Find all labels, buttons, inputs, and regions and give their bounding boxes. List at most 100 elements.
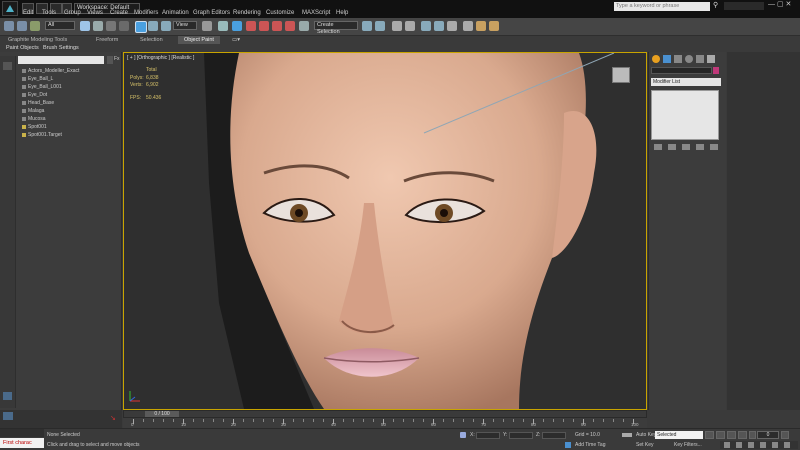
zoom-all-icon[interactable] [736,442,742,448]
auto-key-button[interactable]: Auto Key [636,432,656,438]
maxscript-mini-listener[interactable]: First charac [0,438,44,448]
window-controls[interactable]: — ▢ ✕ [768,0,794,10]
time-slider[interactable] [123,410,647,418]
select-and-rotate-icon[interactable] [148,21,158,31]
zoom-icon[interactable] [724,442,730,448]
menu-graph-editors[interactable]: Graph Editors [193,9,230,18]
app-logo-icon[interactable] [2,1,18,16]
tree-item[interactable]: Mucosa [22,116,46,122]
mini-curve-editor-icon[interactable] [3,412,13,420]
graphite-toggle-icon[interactable] [405,21,415,31]
rendered-frame-window-icon[interactable] [476,21,486,31]
pin-stack-icon[interactable] [654,144,662,150]
menu-customize[interactable]: Customize [266,9,294,18]
render-production-icon[interactable] [489,21,499,31]
tree-item[interactable]: Malaga [22,108,44,114]
edit-named-selection-icon[interactable] [299,21,309,31]
viewcube-icon[interactable] [612,67,630,83]
schematic-view-icon[interactable] [434,21,444,31]
tree-item[interactable]: Eye_Dot [22,92,47,98]
ribbon-toggle-icon[interactable]: ▭▾ [232,36,240,44]
select-object-icon[interactable] [80,21,90,31]
zoom-extents-icon[interactable] [748,442,754,448]
window-crossing-icon[interactable] [119,21,129,31]
workspace-dropdown[interactable]: Workspace: Default [74,3,140,14]
pivot-center-icon[interactable] [202,21,212,31]
tree-item[interactable]: Eye_Ball_L [22,76,53,82]
y-coordinate-field[interactable] [509,432,533,439]
object-color-swatch[interactable] [713,67,719,74]
make-unique-icon[interactable] [682,144,690,150]
menu-edit[interactable]: Edit [23,9,33,18]
material-editor-icon[interactable] [447,21,457,31]
snaps-toggle-icon[interactable] [246,21,256,31]
motion-tab-icon[interactable] [685,55,693,63]
play-icon[interactable] [727,431,736,439]
mirror-icon[interactable] [362,21,372,31]
object-name-field[interactable] [651,67,712,74]
rectangular-selection-icon[interactable] [106,21,116,31]
bind-space-warp-icon[interactable] [30,21,40,31]
menu-modifiers[interactable]: Modifiers [134,9,158,18]
menu-create[interactable]: Create [110,9,128,18]
key-mode-dropdown[interactable]: Selected [655,431,703,439]
show-end-result-icon[interactable] [668,144,676,150]
selection-filter-dropdown[interactable]: All [45,21,75,30]
viewport-label-menu[interactable]: [ + ] [Orthographic ] [Realistic ] [127,55,194,61]
key-filters-button[interactable]: Key Filters... [674,442,702,448]
select-and-manipulate-icon[interactable] [218,21,228,31]
tab-selection[interactable]: Selection [140,36,163,44]
reference-coordinate-dropdown[interactable]: View [173,21,197,30]
select-by-name-icon[interactable] [93,21,103,31]
track-bar[interactable]: 0 10 20 30 40 50 60 70 80 90 100 [123,418,647,428]
tab-object-paint[interactable]: Object Paint [178,36,220,44]
tab-graphite-modeling-tools[interactable]: Graphite Modeling Tools [8,36,67,44]
infocenter-icons[interactable] [724,2,764,10]
time-slider-thumb[interactable]: 0 / 100 [145,411,179,417]
tree-item[interactable]: Spot001 [22,124,47,130]
link-icon[interactable] [4,21,14,31]
menu-rendering[interactable]: Rendering [233,9,261,18]
current-frame-field[interactable]: 0 [757,431,779,439]
paint-objects-button[interactable]: Paint Objects [6,44,39,52]
angle-snap-icon[interactable] [259,21,269,31]
menu-group[interactable]: Group [64,9,81,18]
add-time-tag-button[interactable]: Add Time Tag [575,442,605,448]
utilities-tab-icon[interactable] [707,55,715,63]
menu-views[interactable]: Views [87,9,103,18]
time-configuration-icon[interactable] [781,431,789,439]
orbit-icon[interactable] [784,442,790,448]
unlink-icon[interactable] [17,21,27,31]
hierarchy-tab-icon[interactable] [674,55,682,63]
modify-tab-icon[interactable] [663,55,671,63]
curve-editor-icon[interactable] [421,21,431,31]
go-to-end-icon[interactable] [749,431,756,439]
tree-item[interactable]: Spot001.Target [22,132,62,138]
menu-animation[interactable]: Animation [162,9,189,18]
selection-lock-icon[interactable] [460,432,466,438]
x-coordinate-field[interactable] [476,432,500,439]
select-and-move-icon[interactable] [135,21,147,33]
next-frame-icon[interactable] [738,431,747,439]
search-icon[interactable]: ⚲ [713,2,719,10]
percent-snap-icon[interactable] [272,21,282,31]
display-none-icon[interactable] [3,62,12,70]
scene-explorer-mode-icon[interactable] [3,392,12,400]
previous-frame-icon[interactable] [716,431,725,439]
modifier-stack[interactable] [651,90,719,140]
set-key-button[interactable]: Set Key [636,442,654,448]
tree-item[interactable]: Head_Base [22,100,54,106]
perspective-viewport[interactable]: [ + ] [Orthographic ] [Realistic ] Total… [123,52,647,410]
find-icon[interactable] [107,56,113,64]
z-coordinate-field[interactable] [542,432,566,439]
create-tab-icon[interactable] [652,55,660,63]
modifier-list-dropdown[interactable]: Modifier List [651,78,721,86]
tab-freeform[interactable]: Freeform [96,36,118,44]
filter-icon[interactable]: Fx [114,56,120,62]
menu-tools[interactable]: Tools [42,9,56,18]
search-input[interactable]: Type a keyword or phrase [614,2,710,11]
display-tab-icon[interactable] [696,55,704,63]
named-selection-dropdown[interactable]: Create Selection [314,21,358,35]
render-setup-icon[interactable] [463,21,473,31]
menu-maxscript[interactable]: MAXScript [302,9,330,18]
